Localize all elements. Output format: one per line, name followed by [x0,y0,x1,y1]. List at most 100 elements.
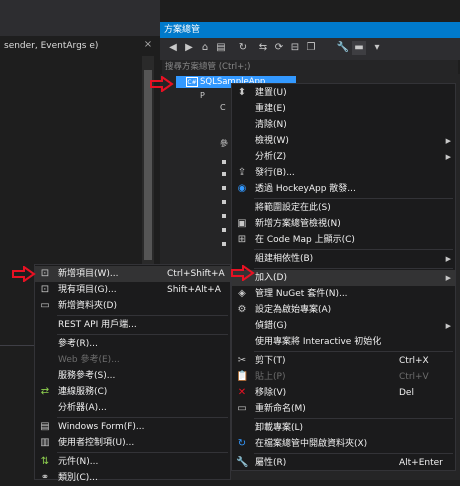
tree-bullet [222,200,226,204]
menu-item[interactable]: ▣ 新增方案總管檢視(N) [232,216,455,232]
menu-item-label: 發行(B)... [255,168,295,178]
menu-separator [254,249,453,250]
menu-item[interactable]: 分析器(A)... [35,400,230,416]
menu-item-label: 貼上(P) [255,372,286,382]
menu-item-label: 服務參考(S)... [58,371,116,381]
solution-explorer-toolbar: ◀ ▶ ⌂ ▤ ↻ ⇆ ⟳ ⊟ ❐ 🔧 ▬ ▾ [160,38,460,60]
refresh-icon[interactable]: ⟳ [272,41,286,55]
menu-item[interactable]: ◈ 管理 NuGet 套件(N)... [232,286,455,302]
menu-item-label: 新增資料夾(D) [58,301,117,311]
new-view-icon: ▣ [237,218,247,229]
menu-separator [254,351,453,352]
menu-item[interactable]: 組建相依性(B) ▶ [232,251,455,267]
project-context-menu: ⬍ 建置(U) 重建(E) 清除(N) 檢視(W) ▶ 分析(Z) ▶ ⇪ 發行(B)... ◉ 透過… [231,83,456,471]
sync-icon[interactable]: ⇆ [256,41,270,55]
gear-icon: ⚙ [237,304,247,315]
menu-separator [254,418,453,419]
menu-item[interactable]: ⬍ 建置(U) [232,85,455,101]
menu-item-label: 在 Code Map 上顯示(C) [255,235,355,245]
submenu-arrow-icon: ▶ [445,274,451,282]
menu-item[interactable]: ⇅ 元件(N)... [35,454,230,470]
menu-item[interactable]: ⇪ 發行(B)... [232,165,455,181]
tree-item[interactable]: P [200,90,205,102]
pending-changes-icon[interactable]: ↻ [236,41,250,55]
properties-icon[interactable]: 🔧 [336,41,350,55]
menu-item[interactable]: ⚙ 設定為啟始專案(A) [232,302,455,318]
menu-item[interactable]: ↻ 在檔案總管中開啟資料夾(X) [232,436,455,452]
editor-scrollbar-thumb[interactable] [144,70,152,260]
menu-item[interactable]: REST API 用戶端... [35,317,230,333]
menu-item[interactable]: ✕ 移除(V) Del [232,385,455,401]
wrench-icon: 🔧 [236,457,249,468]
tree-bullet [222,242,226,246]
menu-item[interactable]: ▭ 新增資料夾(D) [35,298,230,314]
switch-views-icon[interactable]: ▤ [214,41,228,55]
menu-item[interactable]: ▤ Windows Form(F)... [35,419,230,435]
menu-item-shortcut: Alt+Enter [399,458,443,468]
menu-item[interactable]: ⊞ 在 Code Map 上顯示(C) [232,232,455,248]
build-icon: ⬍ [237,87,247,98]
menu-item[interactable]: 使用專案將 Interactive 初始化 [232,334,455,350]
menu-item-shortcut: Ctrl+X [399,356,429,366]
show-all-files-icon[interactable]: ❐ [304,41,318,55]
back-icon[interactable]: ◀ [166,41,180,55]
menu-item-label: 分析(Z) [255,152,287,162]
solution-explorer-search[interactable]: 搜尋方案總管 (Ctrl+;) [162,60,458,74]
menu-item-shortcut: Ctrl+V [399,372,429,382]
menu-item-label: 偵錯(G) [255,321,287,331]
rename-icon: ▭ [237,403,247,414]
menu-item[interactable]: 將範圍設定在此(S) [232,200,455,216]
menu-item-label: 組建相依性(B) [255,254,314,264]
menu-item-label: 將範圍設定在此(S) [255,203,331,213]
menu-separator [57,452,228,453]
menu-item[interactable]: 偵錯(G) ▶ [232,318,455,334]
menu-item-label: 清除(N) [255,120,287,130]
tree-item[interactable]: 參 [220,138,228,150]
menu-item[interactable]: 卸載專案(L) [232,420,455,436]
menu-item[interactable]: ⊡ 新增項目(W)... Ctrl+Shift+A [35,266,230,282]
menu-item-label: 重新命名(M) [255,404,306,414]
home-icon[interactable]: ⌂ [198,41,212,55]
menu-item-label: 檢視(W) [255,136,289,146]
menu-item[interactable]: 加入(D) ▶ [232,270,455,286]
menu-item[interactable]: ⇄ 連線服務(C) [35,384,230,400]
menu-item-shortcut: Shift+Alt+A [167,285,221,295]
menu-item[interactable]: 參考(R)... [35,336,230,352]
tree-item[interactable]: C [220,102,226,114]
code-line[interactable]: sender, EventArgs e) [4,38,154,54]
class-icon: ⚭ [40,472,50,483]
menu-item-label: 在檔案總管中開啟資料夾(X) [255,439,368,449]
menu-item[interactable]: 重建(E) [232,101,455,117]
menu-item[interactable]: ▭ 重新命名(M) [232,401,455,417]
menu-item[interactable]: ▥ 使用者控制項(U)... [35,435,230,451]
menu-item[interactable]: ✂ 剪下(T) Ctrl+X [232,353,455,369]
menu-item-label: 建置(U) [255,88,287,98]
csharp-project-icon: C# [186,77,198,87]
menu-separator [57,417,228,418]
menu-item[interactable]: 清除(N) [232,117,455,133]
menu-item[interactable]: 🔧 屬性(R) Alt+Enter [232,455,455,471]
submenu-arrow-icon: ▶ [445,322,451,330]
menu-item-label: 重建(E) [255,104,286,114]
menu-item[interactable]: ◉ 透過 HockeyApp 散發... [232,181,455,197]
collapse-all-icon[interactable]: ⊟ [288,41,302,55]
preview-icon[interactable]: ▬ [352,41,366,55]
menu-item[interactable]: ⚭ 類別(C)... [35,470,230,486]
menu-item[interactable]: 分析(Z) ▶ [232,149,455,165]
tree-bullet [222,214,226,218]
close-icon[interactable]: × [141,38,155,52]
new-item-icon: ⊡ [40,268,50,279]
menu-item[interactable]: 服務參考(S)... [35,368,230,384]
menu-item[interactable]: 檢視(W) ▶ [232,133,455,149]
windows-form-icon: ▤ [40,421,50,432]
menu-item-label: 屬性(R) [255,458,287,468]
annotation-arrow-icon [231,265,255,281]
menu-item-label: 新增項目(W)... [58,269,119,279]
publish-icon: ⇪ [237,167,247,178]
menu-item-label: 卸載專案(L) [255,423,304,433]
dropdown-icon[interactable]: ▾ [370,41,384,55]
forward-icon[interactable]: ▶ [182,41,196,55]
menu-item[interactable]: ⊡ 現有項目(G)... Shift+Alt+A [35,282,230,298]
menu-item-label: 現有項目(G)... [58,285,117,295]
submenu-arrow-icon: ▶ [445,255,451,263]
